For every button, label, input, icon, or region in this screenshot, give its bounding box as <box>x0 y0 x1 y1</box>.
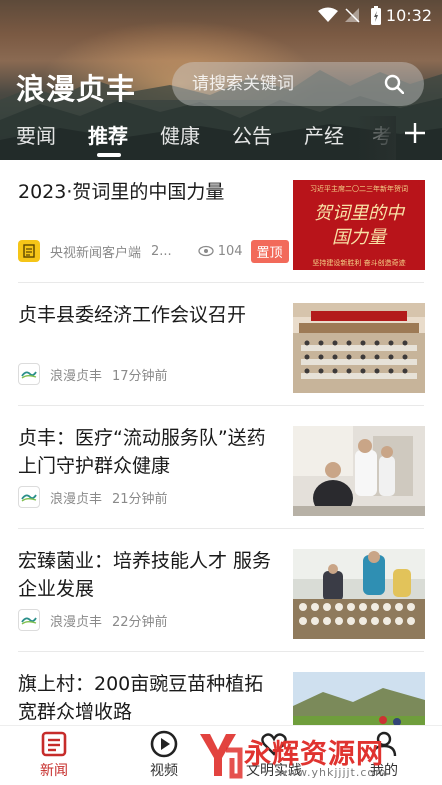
news-thumbnail[interactable] <box>293 549 425 639</box>
nav-news-label: 新闻 <box>40 763 68 779</box>
tab-yaowen[interactable]: 要闻 <box>16 120 56 149</box>
news-item[interactable]: 旗上村：200亩豌豆苗种植拓宽群众增收路 <box>0 652 442 725</box>
tab-tuijian[interactable]: 推荐 <box>88 120 128 149</box>
news-thumbnail[interactable]: 习近平主席二〇二三年新年贺词 贺词里的中国力量 坚持建设新胜利 奋斗创造奇迹 <box>293 180 425 270</box>
news-meta: 央视新闻客户端 2... 104 置顶 <box>18 239 289 263</box>
medical-photo <box>293 426 425 516</box>
plus-icon[interactable] <box>404 122 426 144</box>
wifi-icon <box>318 7 338 22</box>
news-title[interactable]: 2023·贺词里的中国力量 <box>18 178 280 206</box>
news-thumbnail[interactable] <box>293 426 425 516</box>
news-item[interactable]: 宏臻菌业：培养技能人才 服务企业发展 浪漫贞丰 22分钟前 <box>0 529 442 652</box>
news-time: 21分钟前 <box>112 491 168 507</box>
news-item[interactable]: 2023·贺词里的中国力量 央视新闻客户端 2... 104 置顶 习近平主席二… <box>0 160 442 283</box>
tab-gonggao[interactable]: 公告 <box>232 120 272 149</box>
play-icon <box>150 730 178 758</box>
active-tab-indicator <box>97 153 121 157</box>
news-source: 浪漫贞丰 <box>50 491 103 507</box>
view-count-value: 104 <box>217 243 243 259</box>
tab-jiankang[interactable]: 健康 <box>160 120 200 149</box>
news-source: 浪漫贞丰 <box>50 368 103 384</box>
tabs-fade <box>356 116 396 160</box>
watermark-logo-icon <box>200 734 243 779</box>
news-title[interactable]: 宏臻菌业：培养技能人才 服务企业发展 <box>18 547 280 603</box>
news-time: 2... <box>151 243 172 259</box>
news-source: 浪漫贞丰 <box>50 614 103 630</box>
news-icon <box>41 731 67 757</box>
status-time: 10:32 <box>385 6 432 25</box>
search-input[interactable] <box>192 74 372 94</box>
header-banner: 10:32 浪漫贞丰 要闻 推荐 健康 公告 产经 考 <box>0 0 442 160</box>
view-count: 104 <box>198 244 243 259</box>
source-logo-icon <box>18 486 40 508</box>
nav-news[interactable]: 新闻 <box>14 730 94 780</box>
meeting-photo <box>293 303 425 393</box>
thumb-top-text: 习近平主席二〇二三年新年贺词 <box>310 185 408 193</box>
pinned-badge: 置顶 <box>250 239 289 263</box>
category-tabs: 要闻 推荐 健康 公告 产经 考 <box>0 116 442 160</box>
source-logo-icon <box>18 609 40 631</box>
news-list: 2023·贺词里的中国力量 央视新闻客户端 2... 104 置顶 习近平主席二… <box>0 160 442 725</box>
nav-video[interactable]: 视频 <box>124 730 204 780</box>
nav-video-label: 视频 <box>150 763 178 779</box>
news-meta: 浪漫贞丰 21分钟前 <box>18 486 168 508</box>
thumb-bottom-text: 坚持建设新胜利 奋斗创造奇迹 <box>312 259 406 267</box>
news-meta: 浪漫贞丰 17分钟前 <box>18 363 168 385</box>
news-thumbnail[interactable] <box>293 303 425 393</box>
status-bar: 10:32 <box>0 0 442 32</box>
search-icon[interactable] <box>384 74 404 94</box>
watermark: 永辉资源网 www.yhkjjjjt.com <box>196 728 442 782</box>
news-title[interactable]: 贞丰县委经济工作会议召开 <box>18 301 280 329</box>
news-item[interactable]: 贞丰：医疗“流动服务队”送药上门守护群众健康 浪漫贞丰 21分钟前 <box>0 406 442 529</box>
news-meta: 浪漫贞丰 22分钟前 <box>18 609 168 631</box>
tab-chanjing[interactable]: 产经 <box>304 120 344 149</box>
news-source: 央视新闻客户端 <box>50 245 142 261</box>
thumb-caption: 贺词里的中国力量 <box>314 203 404 248</box>
news-time: 22分钟前 <box>112 614 168 630</box>
eye-icon <box>198 245 214 257</box>
news-title[interactable]: 旗上村：200亩豌豆苗种植拓宽群众增收路 <box>18 670 280 725</box>
news-thumbnail[interactable] <box>293 672 425 725</box>
signal-icon <box>345 8 360 23</box>
news-time: 17分钟前 <box>112 368 168 384</box>
field-photo <box>293 672 425 725</box>
battery-icon <box>371 6 381 25</box>
news-title[interactable]: 贞丰：医疗“流动服务队”送药上门守护群众健康 <box>18 424 280 480</box>
document-icon <box>18 240 40 262</box>
source-logo-icon <box>18 363 40 385</box>
watermark-url: www.yhkjjjjt.com <box>278 766 387 779</box>
mushroom-factory-photo <box>293 549 425 639</box>
news-item[interactable]: 贞丰县委经济工作会议召开 浪漫贞丰 17分钟前 <box>0 283 442 406</box>
brand-title: 浪漫贞丰 <box>16 72 137 106</box>
search-box[interactable] <box>172 62 424 106</box>
